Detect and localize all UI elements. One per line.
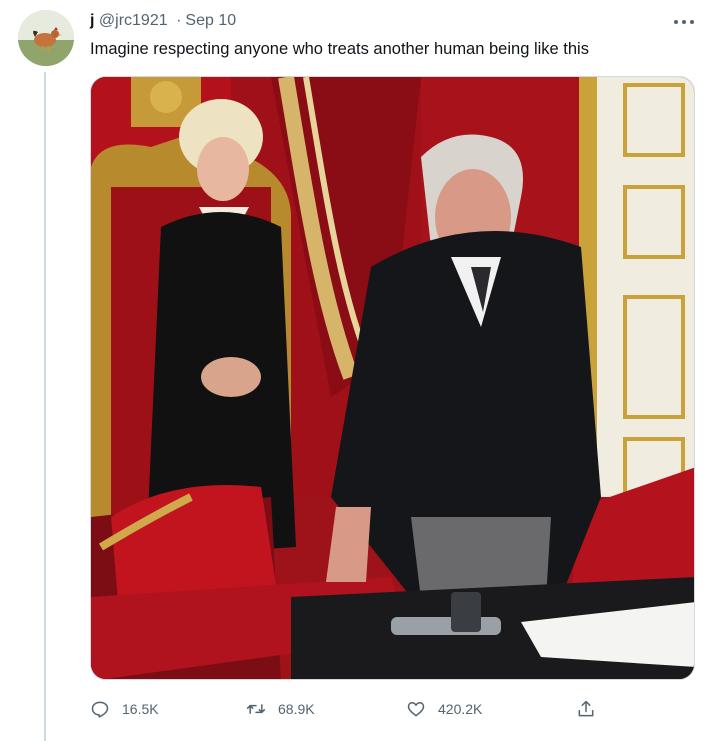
author-handle[interactable]: @jrc1921 — [99, 12, 168, 29]
retweet-icon — [246, 704, 266, 714]
author-name[interactable]: j — [90, 12, 94, 29]
thread-connector-line — [44, 72, 46, 741]
rooster-avatar-icon — [18, 10, 74, 66]
header-separator: · — [176, 12, 182, 29]
tweet-header: j @jrc1921 · Sep 10 — [90, 11, 236, 31]
tweet-photo[interactable] — [90, 76, 695, 680]
more-icon — [674, 20, 678, 24]
tweet-date[interactable]: Sep 10 — [185, 12, 236, 29]
avatar[interactable] — [18, 10, 74, 66]
retweet-count: 68.9K — [278, 701, 315, 717]
retweet-button[interactable]: 68.9K — [246, 696, 315, 722]
tweet-action-bar: 16.5K 68.9K 420.2K — [90, 696, 610, 722]
like-button[interactable]: 420.2K — [406, 696, 482, 722]
share-button[interactable] — [576, 696, 608, 722]
like-count: 420.2K — [438, 701, 483, 717]
reply-button[interactable]: 16.5K — [90, 696, 159, 722]
photo-scene — [91, 77, 694, 679]
share-icon — [578, 700, 594, 717]
more-button[interactable] — [672, 10, 698, 34]
heart-icon — [407, 702, 425, 717]
tweet-text: Imagine respecting anyone who treats ano… — [90, 40, 589, 58]
reply-icon — [91, 701, 109, 718]
reply-count: 16.5K — [122, 701, 159, 717]
